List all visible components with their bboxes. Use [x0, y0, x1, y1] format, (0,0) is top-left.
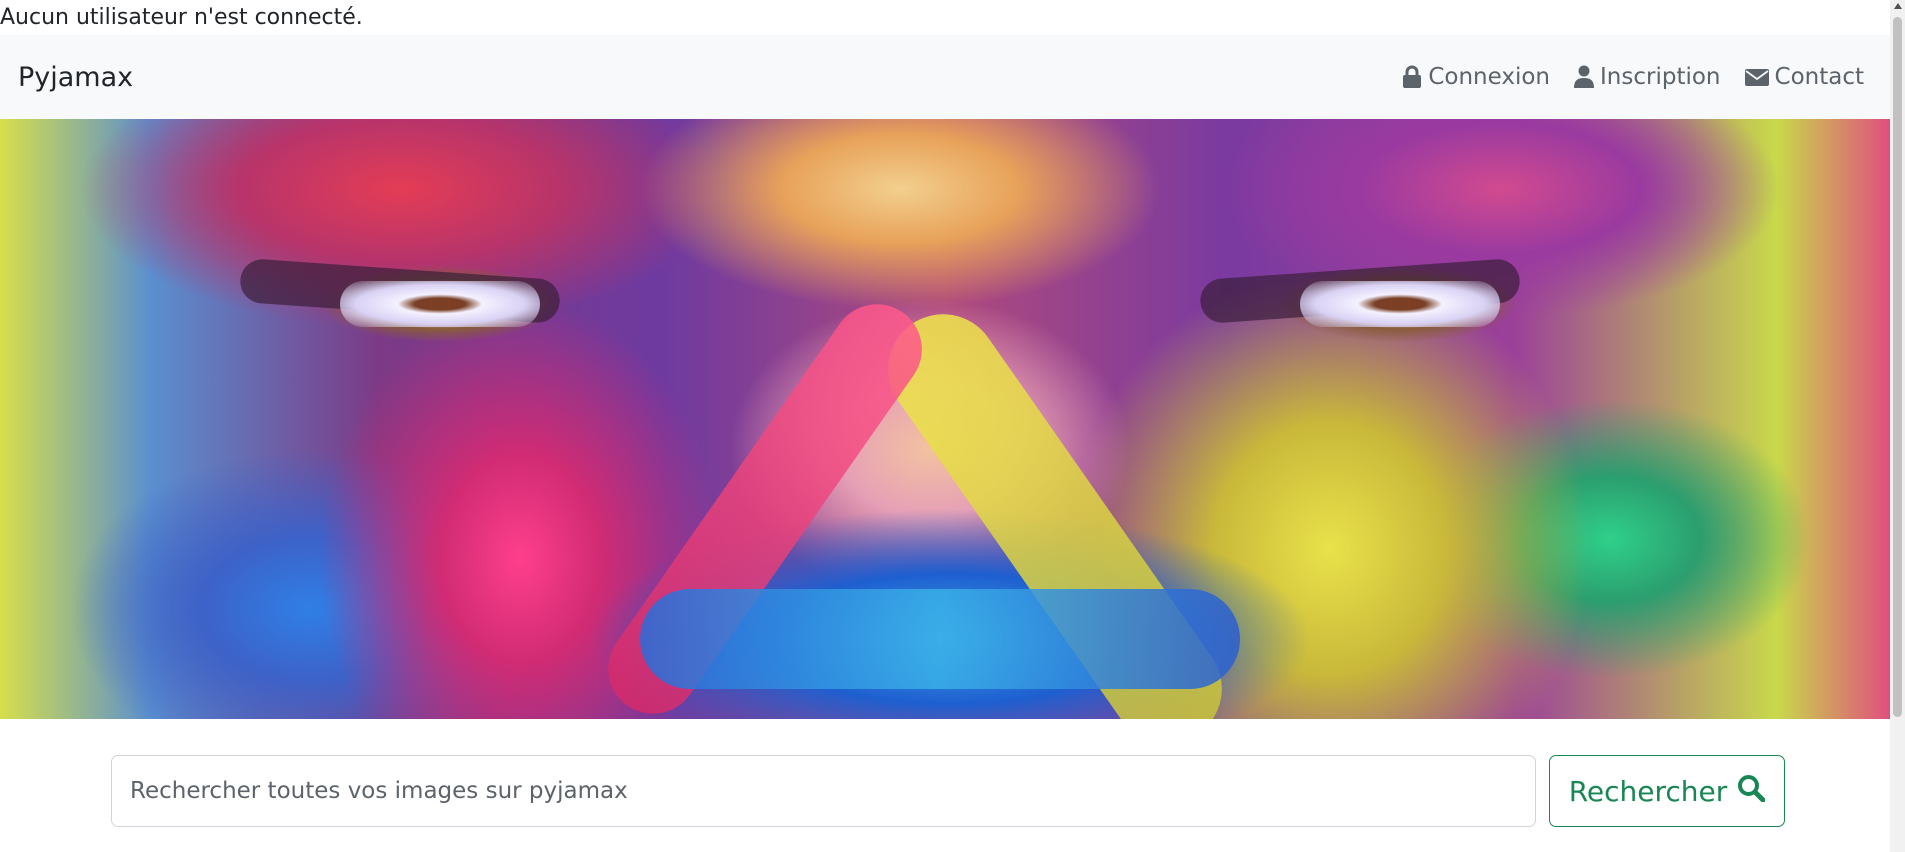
user-icon — [1574, 65, 1595, 89]
search-icon — [1737, 774, 1766, 809]
nav-links: Connexion Inscription Contact — [1402, 64, 1864, 90]
scrollbar-thumb[interactable] — [1893, 17, 1902, 717]
nav-link-inscription[interactable]: Inscription — [1574, 64, 1721, 90]
lock-icon — [1402, 65, 1422, 89]
navbar: Pyjamax Connexion Inscription Contact — [0, 35, 1890, 119]
hero-eye-right — [1300, 281, 1500, 327]
nav-link-label: Inscription — [1600, 64, 1721, 90]
login-status-text: Aucun utilisateur n'est connecté. — [0, 5, 363, 30]
hero-eye-left — [340, 281, 540, 327]
search-input[interactable] — [111, 755, 1536, 827]
hero-paint-stroke — [640, 589, 1240, 689]
hero-banner-image — [0, 119, 1890, 719]
nav-link-label: Connexion — [1428, 64, 1551, 90]
scroll-up-arrow-icon[interactable] — [1894, 3, 1902, 9]
search-button-label: Rechercher — [1568, 774, 1728, 808]
envelope-icon — [1744, 67, 1769, 87]
search-button[interactable]: Rechercher — [1549, 755, 1785, 827]
page-scrollbar[interactable] — [1890, 0, 1905, 852]
brand-logo-link[interactable]: Pyjamax — [18, 62, 133, 93]
nav-link-connexion[interactable]: Connexion — [1402, 64, 1550, 90]
nav-link-contact[interactable]: Contact — [1744, 64, 1864, 90]
nav-link-label: Contact — [1774, 64, 1864, 90]
search-form: Rechercher — [111, 755, 1785, 827]
